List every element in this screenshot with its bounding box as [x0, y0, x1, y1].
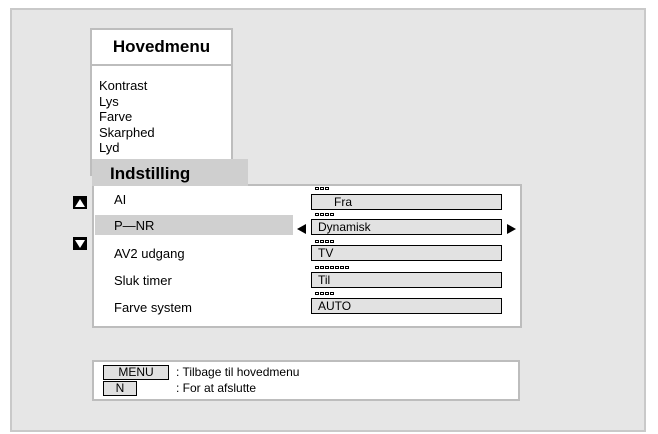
main-menu-item-skarphed[interactable]: Skarphed	[99, 125, 155, 141]
level-indicator	[315, 213, 334, 216]
level-indicator	[315, 240, 334, 243]
level-indicator	[315, 266, 349, 269]
n-key[interactable]: N	[103, 381, 137, 396]
n-key-description: : For at afslutte	[176, 381, 257, 395]
setting-label-sluk-timer[interactable]: Sluk timer	[114, 273, 172, 288]
left-arrow-icon[interactable]	[297, 221, 306, 239]
main-menu-list: Kontrast Lys Farve Skarphed Lyd	[99, 78, 155, 156]
main-menu-title: Hovedmenu	[92, 30, 231, 66]
setting-value-farve-system[interactable]: AUTO	[311, 298, 502, 314]
setting-value-sluk-timer[interactable]: Til	[311, 272, 502, 288]
main-menu-item-farve[interactable]: Farve	[99, 109, 155, 125]
setting-label-farve-system[interactable]: Farve system	[114, 300, 192, 315]
level-indicator	[315, 187, 329, 190]
setting-label-av2[interactable]: AV2 udgang	[114, 246, 185, 261]
main-menu-item-kontrast[interactable]: Kontrast	[99, 78, 155, 94]
setting-value-pnr[interactable]: Dynamisk	[311, 219, 502, 235]
right-arrow-icon[interactable]	[507, 221, 516, 239]
setting-label-pnr[interactable]: P—NR	[114, 218, 154, 233]
down-arrow-icon[interactable]	[73, 237, 87, 250]
main-menu-item-lys[interactable]: Lys	[99, 94, 155, 110]
level-indicator	[315, 292, 334, 295]
up-arrow-icon[interactable]	[73, 196, 87, 209]
setting-label-ai[interactable]: AI	[114, 192, 126, 207]
menu-key[interactable]: MENU	[103, 365, 169, 380]
menu-key-description: : Tilbage til hovedmenu	[176, 365, 300, 379]
main-menu-item-lyd[interactable]: Lyd	[99, 140, 155, 156]
setting-value-ai[interactable]: Fra	[311, 194, 502, 210]
settings-title: Indstilling	[92, 159, 248, 186]
setting-value-av2[interactable]: TV	[311, 245, 502, 261]
